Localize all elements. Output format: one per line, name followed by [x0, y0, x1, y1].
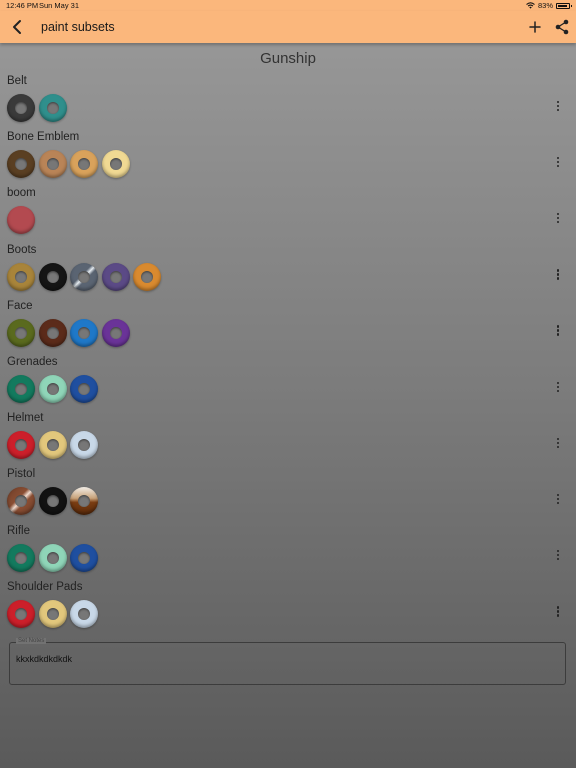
paint-group-name: Boots [7, 243, 37, 256]
paint-group-row: Boots [0, 242, 576, 298]
page-title: paint subsets [41, 20, 115, 34]
status-right: 83% [526, 1, 572, 10]
more-options-icon[interactable] [551, 380, 565, 400]
swatch-list [7, 150, 130, 179]
set-notes-value: kkxkdkdkdkdk [16, 654, 73, 664]
more-options-icon[interactable] [551, 436, 565, 456]
paint-group-row: Shoulder Pads [0, 579, 576, 635]
status-bar: 12:46 PM Sun May 31 83% [0, 0, 576, 11]
more-options-icon[interactable] [551, 99, 565, 119]
paint-swatch[interactable] [38, 487, 67, 516]
paint-swatch[interactable] [101, 318, 130, 347]
status-time: 12:46 PM [6, 1, 39, 10]
paint-swatch[interactable] [38, 262, 67, 291]
swatch-list [7, 94, 67, 122]
paint-swatch[interactable] [7, 599, 35, 628]
paint-group-name: Rifle [7, 524, 31, 537]
app-bar: paint subsets [0, 11, 576, 43]
paint-group-name: Helmet [7, 412, 44, 425]
paint-swatch[interactable] [70, 150, 98, 179]
paint-swatch[interactable] [7, 262, 35, 291]
set-notes-field[interactable]: Set Notes kkxkdkdkdkdk [9, 638, 566, 685]
paint-swatch[interactable] [7, 431, 35, 460]
paint-swatch[interactable] [7, 94, 35, 122]
paint-swatch[interactable] [7, 150, 35, 179]
set-notes-label: Set Notes [16, 638, 47, 644]
paint-group-name: Shoulder Pads [7, 580, 83, 593]
battery-percent: 83% [537, 1, 553, 10]
swatch-list [7, 543, 98, 572]
add-icon[interactable] [526, 17, 544, 37]
paint-group-row: Belt [0, 73, 576, 129]
paint-swatch[interactable] [38, 431, 67, 460]
paint-swatch[interactable] [38, 94, 67, 122]
paint-swatch[interactable] [133, 262, 161, 291]
set-title: Gunship [260, 50, 316, 67]
paint-swatch[interactable] [7, 543, 35, 572]
paint-group-row: Rifle [0, 523, 576, 579]
paint-swatch[interactable] [70, 599, 98, 628]
paint-swatch[interactable] [38, 543, 67, 572]
more-options-icon[interactable] [551, 549, 565, 569]
more-options-icon[interactable] [551, 324, 565, 344]
paint-group-row: Bone Emblem [0, 129, 576, 185]
swatch-list [7, 431, 98, 460]
paint-group-name: Pistol [7, 468, 36, 481]
more-options-icon[interactable] [551, 492, 565, 512]
paint-group-name: Bone Emblem [7, 131, 80, 144]
paint-swatch[interactable] [7, 206, 35, 235]
swatch-list [7, 262, 161, 291]
paint-swatch[interactable] [7, 487, 35, 516]
paint-swatch[interactable] [70, 431, 98, 460]
paint-swatch[interactable] [38, 374, 67, 403]
paint-swatch[interactable] [101, 262, 130, 291]
paint-swatch[interactable] [7, 374, 35, 403]
more-options-icon[interactable] [551, 268, 565, 288]
paint-group-name: Grenades [7, 355, 58, 368]
paint-group-list: Belt Bone Emblem boom Boots Face Grenades Helm… [0, 73, 576, 635]
paint-swatch[interactable] [70, 262, 98, 291]
paint-group-row: boom [0, 185, 576, 241]
swatch-list [7, 374, 98, 403]
paint-swatch[interactable] [70, 543, 98, 572]
status-date: Sun May 31 [39, 1, 80, 10]
battery-icon [556, 2, 572, 9]
paint-swatch[interactable] [38, 318, 67, 347]
swatch-list [7, 487, 98, 516]
paint-group-name: Face [7, 299, 33, 312]
paint-group-row: Pistol [0, 466, 576, 522]
back-arrow-icon[interactable] [8, 17, 28, 37]
swatch-list [7, 599, 98, 628]
paint-group-row: Grenades [0, 354, 576, 410]
paint-swatch[interactable] [70, 487, 98, 516]
paint-group-name: Belt [7, 75, 27, 87]
more-options-icon[interactable] [551, 211, 565, 231]
paint-swatch[interactable] [38, 150, 67, 179]
share-icon[interactable] [553, 17, 571, 37]
paint-swatch[interactable] [7, 318, 35, 347]
paint-group-row: Face [0, 298, 576, 354]
wifi-icon [526, 2, 535, 9]
more-options-icon[interactable] [551, 605, 565, 625]
swatch-list [7, 206, 35, 235]
paint-group-name: boom [7, 187, 36, 200]
paint-group-row: Helmet [0, 410, 576, 466]
paint-swatch[interactable] [101, 150, 130, 179]
swatch-list [7, 318, 130, 347]
more-options-icon[interactable] [551, 155, 565, 175]
paint-swatch[interactable] [70, 374, 98, 403]
paint-swatch[interactable] [70, 318, 98, 347]
paint-swatch[interactable] [38, 599, 67, 628]
